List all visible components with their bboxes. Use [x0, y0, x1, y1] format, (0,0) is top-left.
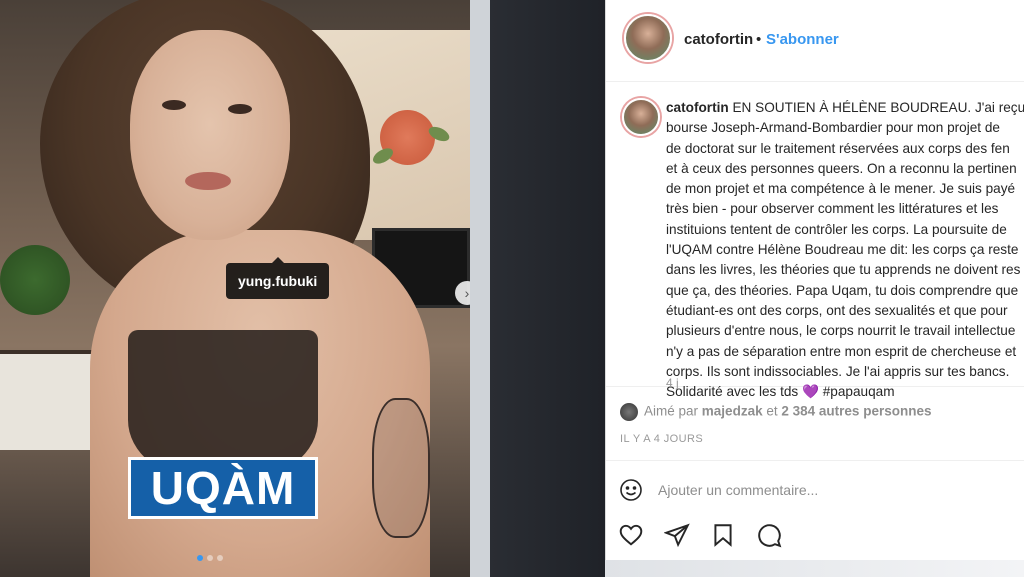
carousel-dot-active — [197, 555, 203, 561]
photo-eye — [162, 100, 186, 110]
screen-bottom-edge — [605, 560, 1024, 577]
liker-avatar — [620, 403, 638, 421]
caption-line: l'UQAM contre Hélène Boudreau me dit: le… — [666, 242, 1019, 258]
post-caption: catofortin EN SOUTIEN À HÉLÈNE BOUDREAU.… — [606, 82, 1024, 399]
author-username[interactable]: catofortin — [684, 31, 753, 48]
comment-bar — [606, 460, 1024, 516]
caption-line: instituions tentent de contrôler les cor… — [666, 221, 1007, 237]
caption-line: de mon projet et ma compétence à le mene… — [666, 181, 1016, 197]
caption-line: Solidarité avec les tds 💜 #papauqam — [666, 384, 895, 400]
liker-username[interactable]: majedzak — [702, 404, 763, 419]
post-date: IL Y A 4 JOURS — [620, 433, 704, 445]
heart-icon[interactable] — [618, 522, 644, 548]
caption-line: étudiant-es ont des corps, ont des sexua… — [666, 302, 1008, 318]
photo-lips — [185, 172, 231, 190]
uqam-logo: UQÀM — [128, 457, 318, 519]
carousel-dot — [217, 555, 223, 561]
send-icon[interactable] — [664, 522, 690, 548]
caption-line: dans les livres, les théories que tu app… — [666, 262, 1021, 278]
caption-body: EN SOUTIEN À HÉLÈNE BOUDREAU. J'ai reçu … — [666, 100, 1024, 399]
caption-line: plusieurs d'entre nous, le corps nourrit… — [666, 323, 1016, 339]
smiley-icon[interactable] — [619, 478, 643, 502]
follow-button[interactable]: S'abonner — [766, 31, 839, 48]
caption-line: corps. Ils sont indissociables. Je l'ai … — [666, 363, 1010, 379]
caption-age: 4 j — [666, 376, 679, 390]
comment-icon[interactable] — [756, 522, 782, 548]
photo-face — [130, 30, 290, 240]
photo-plant — [0, 245, 70, 315]
caption-avatar[interactable] — [622, 98, 660, 136]
caption-line: et à ceux des personnes queers. On a rec… — [666, 160, 1017, 176]
bookmark-icon[interactable] — [710, 522, 736, 548]
user-tag[interactable]: yung.fubuki — [226, 257, 330, 299]
post-header: catofortin • S'abonner — [606, 0, 1024, 82]
caption-text: catofortin EN SOUTIEN À HÉLÈNE BOUDREAU.… — [666, 98, 1024, 402]
likes-summary: Aimé par majedzak et 2 384 autres person… — [620, 403, 931, 421]
post-sidebar: catofortin • S'abonner catofortin EN SOU… — [605, 0, 1024, 560]
photo-tattoo — [372, 398, 430, 538]
likes-connector: et — [766, 403, 778, 419]
carousel-dot — [207, 555, 213, 561]
photo-eye — [228, 104, 252, 114]
caption-line: très bien - pour observer comment les li… — [666, 201, 999, 217]
photo-shelf — [0, 350, 95, 450]
post-photo[interactable]: yung.fubuki › UQÀM — [0, 0, 470, 577]
caption-line: n'y a pas de séparation entre mon esprit… — [666, 343, 1017, 359]
likes-count[interactable]: 2 384 autres personnes — [781, 404, 931, 419]
caption-line: que ça, des théories. Papa Uqam, tu dois… — [666, 282, 1019, 298]
caption-line: de doctorat sur le traitement réservées … — [666, 140, 1010, 156]
caption-line: EN SOUTIEN À HÉLÈNE BOUDREAU. J'ai reçu — [732, 100, 1024, 115]
caption-line: bourse Joseph-Armand-Bombardier pour mon… — [666, 120, 1000, 136]
author-avatar[interactable] — [624, 14, 672, 62]
carousel-indicator — [197, 555, 223, 561]
header-separator: • — [756, 31, 762, 48]
likes-prefix: Aimé par — [644, 403, 699, 419]
comment-input[interactable] — [658, 479, 988, 501]
caption-username[interactable]: catofortin — [666, 100, 729, 115]
screen-bezel — [470, 0, 605, 577]
